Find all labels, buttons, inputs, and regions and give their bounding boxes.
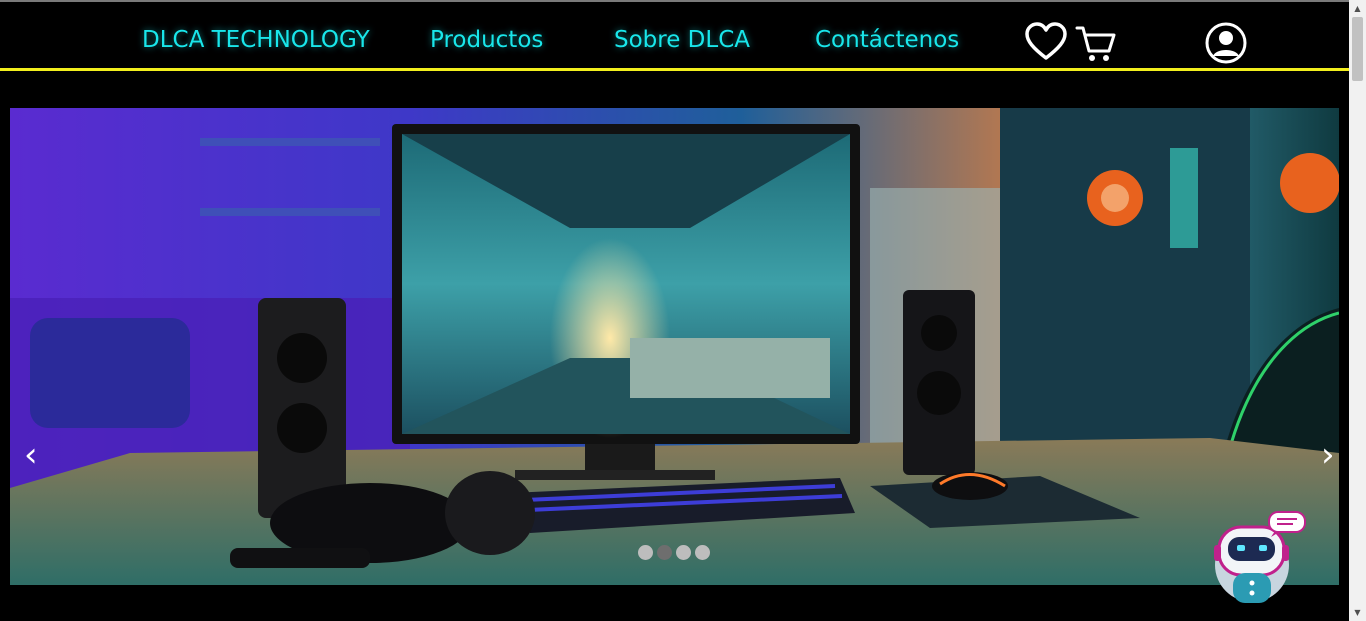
carousel-dot[interactable] bbox=[676, 545, 691, 560]
heart-icon[interactable] bbox=[1025, 22, 1067, 66]
user-icon[interactable] bbox=[1205, 22, 1247, 68]
carousel-prev-arrow[interactable]: ‹ bbox=[24, 438, 38, 472]
carousel-dot[interactable] bbox=[695, 545, 710, 560]
scroll-down-icon[interactable]: ▼ bbox=[1349, 604, 1366, 621]
cart-icon[interactable] bbox=[1075, 24, 1117, 68]
scroll-up-icon[interactable]: ▲ bbox=[1349, 0, 1366, 17]
nav-link-productos[interactable]: Productos bbox=[430, 24, 543, 56]
brand-link[interactable]: DLCA TECHNOLOGY bbox=[142, 24, 370, 56]
chatbot-robot-icon[interactable] bbox=[1209, 505, 1309, 609]
gaming-setup-image bbox=[10, 108, 1339, 585]
carousel-next-arrow[interactable]: › bbox=[1321, 438, 1335, 472]
nav-link-sobre[interactable]: Sobre DLCA bbox=[614, 24, 750, 56]
scroll-thumb[interactable] bbox=[1352, 17, 1363, 81]
hero-carousel: ‹ › bbox=[10, 108, 1339, 585]
vertical-scrollbar[interactable]: ▲ ▼ bbox=[1349, 0, 1366, 621]
carousel-dot-active[interactable] bbox=[657, 545, 672, 560]
nav-link-contacto[interactable]: Contáctenos bbox=[815, 24, 959, 56]
carousel-dot[interactable] bbox=[638, 545, 653, 560]
navbar: DLCA TECHNOLOGY Productos Sobre DLCA Con… bbox=[0, 2, 1349, 71]
